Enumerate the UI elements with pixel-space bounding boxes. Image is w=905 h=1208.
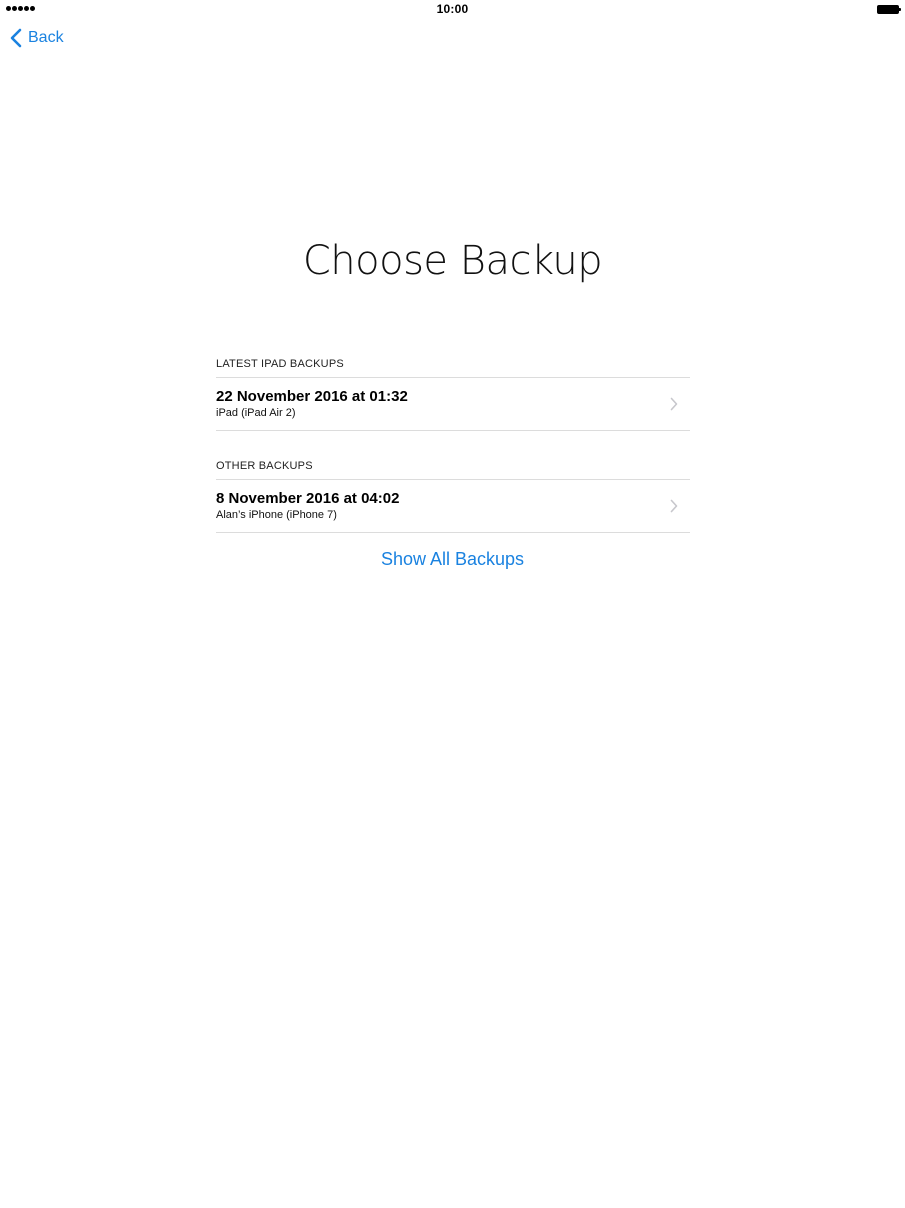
status-time: 10:00 (436, 2, 469, 16)
show-all-backups-container: Show All Backups (0, 549, 905, 570)
back-label: Back (28, 29, 64, 46)
chevron-right-icon (670, 397, 678, 416)
show-all-backups-button[interactable]: Show All Backups (381, 549, 524, 569)
page-title: Choose Backup (302, 238, 603, 284)
back-button[interactable]: Back (10, 26, 64, 50)
backup-device: Alan’s iPhone (iPhone 7) (216, 509, 337, 521)
backup-row-other[interactable]: 8 November 2016 at 04:02 Alan’s iPhone (… (216, 479, 690, 533)
chevron-left-icon (10, 28, 22, 48)
backup-date: 8 November 2016 at 04:02 (216, 490, 400, 507)
section-header-other: OTHER BACKUPS (216, 460, 313, 472)
backup-date: 22 November 2016 at 01:32 (216, 388, 408, 405)
status-bar: 10:00 (0, 0, 905, 20)
section-header-latest: LATEST IPAD BACKUPS (216, 358, 344, 370)
chevron-right-icon (670, 499, 678, 518)
backup-device: iPad (iPad Air 2) (216, 407, 296, 419)
battery-full-icon (877, 5, 901, 14)
backup-row-latest[interactable]: 22 November 2016 at 01:32 iPad (iPad Air… (216, 377, 690, 431)
screen: 10:00 Back Choose Backup LATEST IPAD BAC… (0, 0, 905, 1208)
